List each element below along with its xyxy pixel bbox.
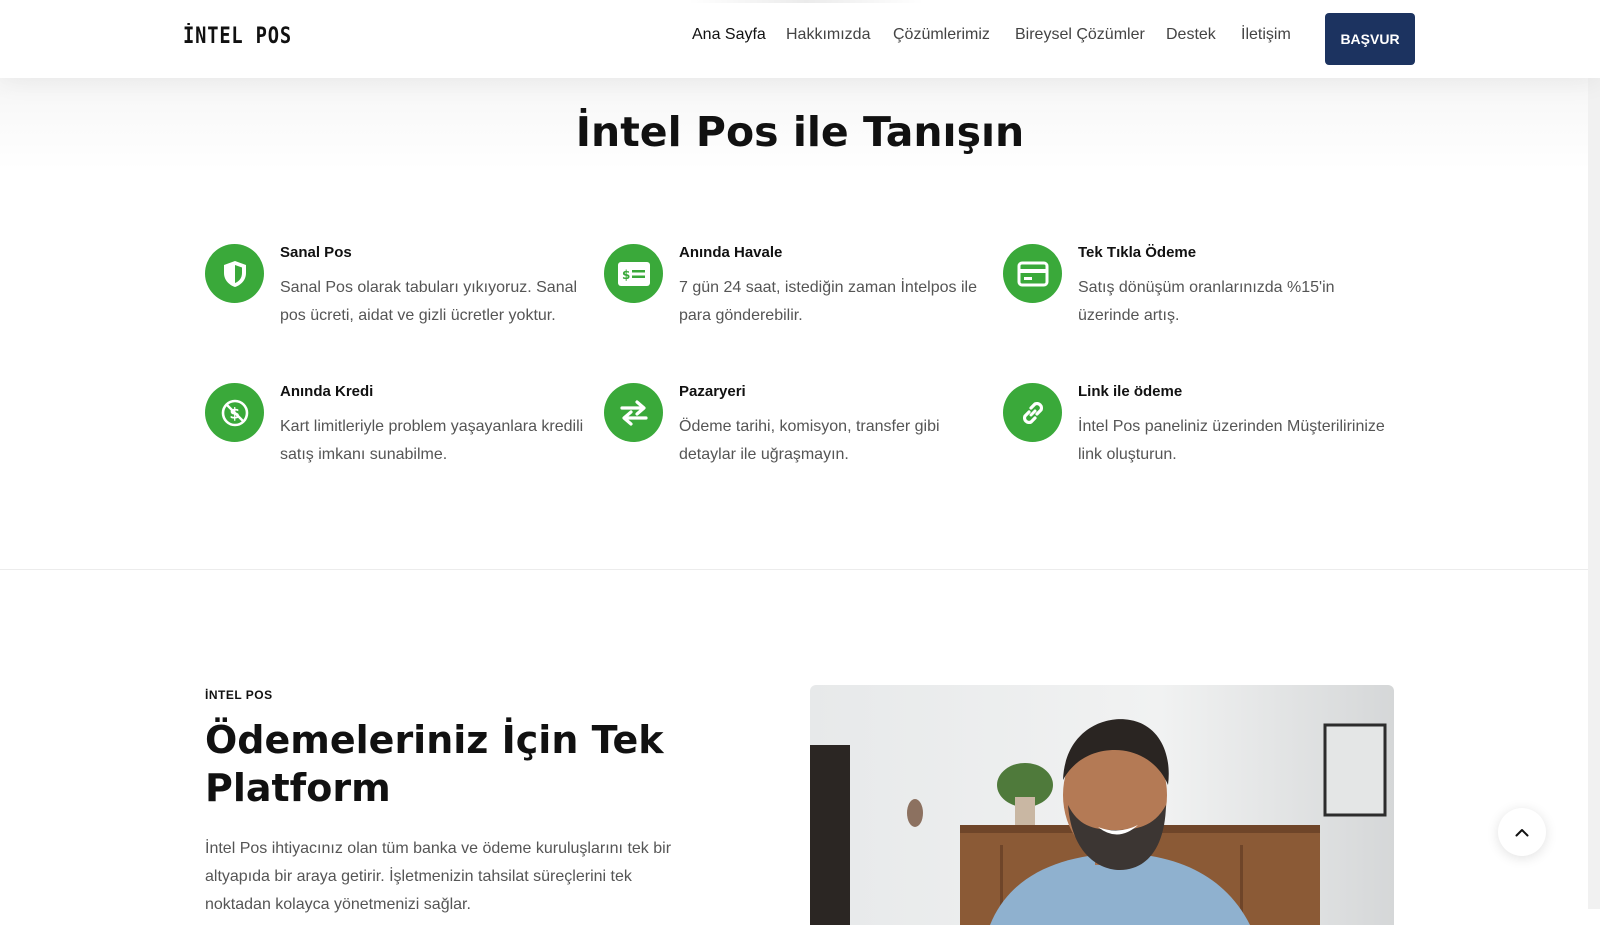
platform-description: İntel Pos ihtiyacınız olan tüm banka ve … (205, 840, 672, 913)
feature-title: Sanal Pos (280, 244, 352, 261)
money-transfer-icon: $ (604, 244, 663, 303)
dollar-circle-icon: $ (205, 383, 264, 442)
section-eyebrow: İNTEL POS (205, 688, 273, 702)
nav-item-destek[interactable]: Destek (1166, 26, 1216, 44)
site-header: İNTEL POS Ana Sayfa Hakkımızda Çözümleri… (0, 0, 1600, 78)
exchange-arrows-icon (604, 383, 663, 442)
back-to-top-button[interactable] (1498, 808, 1546, 856)
nav-item-ana-sayfa[interactable]: Ana Sayfa (692, 26, 766, 44)
nav-item-bireysel-cozumler[interactable]: Bireysel Çözümler (1015, 26, 1145, 44)
feature-description: Satış dönüşüm oranlarınızda %15'in üzeri… (1078, 279, 1335, 324)
feature-description: İntel Pos paneliniz üzerinden Müşterilir… (1078, 418, 1385, 463)
feature-title: Tek Tıkla Ödeme (1078, 244, 1197, 261)
nav-item-cozumlerimiz[interactable]: Çözümlerimiz (893, 26, 990, 44)
feature-description: Ödeme tarihi, komisyon, transfer gibi de… (679, 418, 940, 463)
shield-icon (205, 244, 264, 303)
site-logo[interactable]: İNTEL POS (183, 24, 292, 49)
chevron-up-icon (1515, 828, 1529, 836)
feature-description: Sanal Pos olarak tabuları yıkıyoruz. San… (280, 279, 578, 324)
credit-card-icon (1003, 244, 1062, 303)
feature-description: 7 gün 24 saat, istediğin zaman İntelpos … (679, 279, 977, 324)
loading-indicator (688, 0, 924, 3)
apply-button[interactable]: BAŞVUR (1325, 13, 1415, 65)
feature-title: Link ile ödeme (1078, 383, 1183, 400)
feature-title: Anında Havale (679, 244, 783, 261)
feature-title: Pazaryeri (679, 383, 746, 400)
nav-item-hakkimizda[interactable]: Hakkımızda (786, 26, 870, 44)
smiling-man-photo (810, 685, 1394, 925)
section-title: İntel Pos ile Tanışın (575, 108, 1025, 156)
link-icon (1003, 383, 1062, 442)
svg-text:$: $ (622, 268, 630, 282)
feature-title: Anında Kredi (280, 383, 374, 400)
nav-item-iletisim[interactable]: İletişim (1241, 26, 1291, 44)
section-divider (0, 569, 1588, 570)
platform-title: Ödemeleriniz İçin Tek Platform (205, 718, 664, 810)
feature-description: Kart limitleriyle problem yaşayanlara kr… (280, 418, 584, 463)
page-scrollbar[interactable] (1588, 0, 1600, 909)
